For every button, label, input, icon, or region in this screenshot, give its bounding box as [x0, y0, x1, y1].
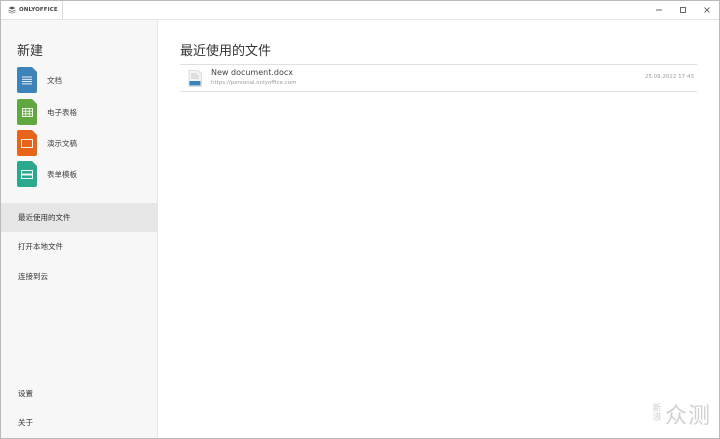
maximize-button[interactable]	[671, 1, 695, 19]
nav-connect-cloud[interactable]: 连接到云	[1, 262, 157, 291]
app-window: ONLYOFFICE 新建 文档 电子表格 演示文稿 表单模板 最近使用的文件 …	[0, 0, 720, 439]
docx-file-icon	[188, 70, 202, 87]
app-name: ONLYOFFICE	[19, 7, 58, 13]
create-item-label: 文档	[47, 75, 62, 85]
spreadsheet-icon	[17, 99, 37, 125]
create-document-button[interactable]: 文档	[17, 67, 147, 93]
nav-open-local-file[interactable]: 打开本地文件	[1, 232, 157, 261]
create-form-template-button[interactable]: 表单模板	[17, 161, 147, 187]
title-bar: ONLYOFFICE	[1, 1, 719, 20]
window-controls	[647, 1, 719, 19]
main-panel: 最近使用的文件 New document.docx https://person…	[158, 20, 719, 438]
onlyoffice-logo-icon	[8, 6, 16, 14]
sidebar: 新建 文档 电子表格 演示文稿 表单模板 最近使用的文件 打开本地文件 连接到云…	[1, 20, 158, 438]
watermark: 新浪 众测	[652, 398, 711, 430]
file-name: New document.docx	[211, 68, 294, 77]
nav-settings[interactable]: 设置	[1, 379, 157, 408]
create-item-label: 表单模板	[47, 169, 77, 179]
form-template-icon	[17, 161, 37, 187]
create-item-label: 演示文稿	[47, 138, 77, 148]
create-presentation-button[interactable]: 演示文稿	[17, 130, 147, 156]
create-spreadsheet-button[interactable]: 电子表格	[17, 99, 147, 125]
watermark-big-text: 众测	[664, 404, 711, 429]
watermark-small-text: 新浪	[652, 404, 662, 423]
create-section-title: 新建	[17, 44, 44, 59]
create-item-label: 电子表格	[47, 107, 77, 117]
nav-about[interactable]: 关于	[1, 408, 157, 437]
app-tab[interactable]: ONLYOFFICE	[1, 1, 63, 19]
file-date: 25.09.2022 17:43	[644, 74, 694, 80]
recent-file-list: New document.docx https://personal.onlyo…	[180, 64, 697, 92]
page-title: 最近使用的文件	[180, 44, 272, 59]
close-button[interactable]	[695, 1, 719, 19]
file-path: https://personal.onlyoffice.com	[211, 80, 297, 86]
document-icon	[17, 67, 37, 93]
nav-recent-files[interactable]: 最近使用的文件	[1, 203, 157, 232]
minimize-button[interactable]	[647, 1, 671, 19]
presentation-icon	[17, 130, 37, 156]
list-item[interactable]: New document.docx https://personal.onlyo…	[180, 65, 697, 92]
